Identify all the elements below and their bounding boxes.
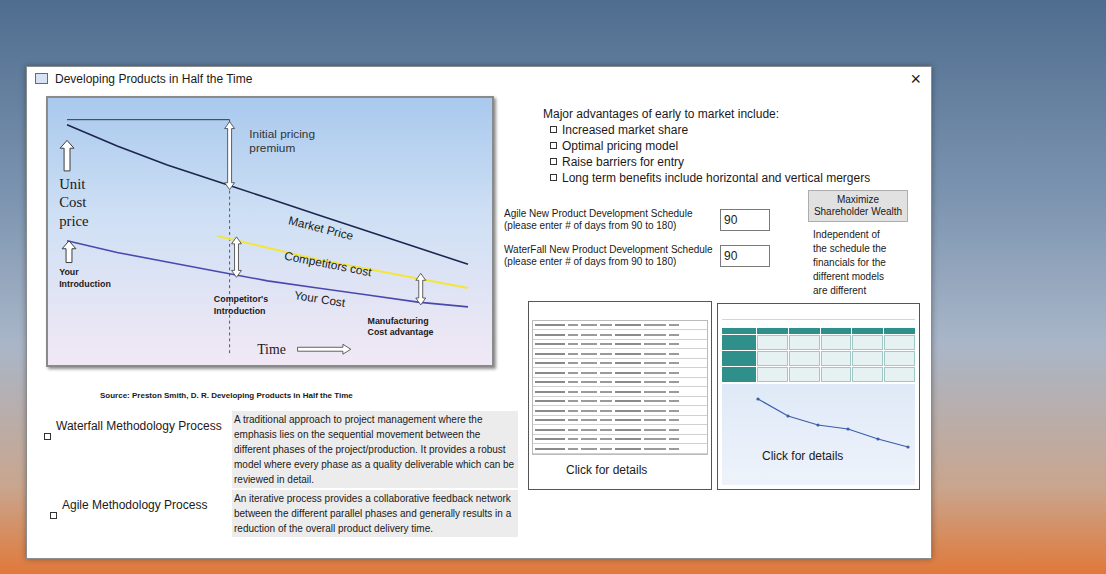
chart-thumbnail[interactable]: Click for details — [717, 303, 920, 490]
series-label: Market Price — [287, 213, 355, 243]
schedule-input[interactable] — [720, 245, 770, 267]
chart-point — [846, 427, 849, 430]
methodology-label[interactable]: Waterfall Methodology Process — [56, 419, 222, 434]
schedule-label: Agile New Product Development Schedule(p… — [504, 208, 718, 232]
advantage-item: Optimal pricing model — [543, 138, 931, 154]
advantage-item: Long term benefits include horizontal an… — [543, 170, 931, 186]
right-panel: Major advantages of early to market incl… — [522, 91, 931, 558]
advantage-checkbox[interactable] — [550, 174, 557, 181]
your-introduction-label: YourIntroduction — [59, 267, 111, 289]
advantage-checkbox[interactable] — [550, 158, 557, 165]
schedule-row: Agile New Product Development Schedule(p… — [504, 208, 770, 232]
methodology-row: Agile Methodology Process An iterative pr… — [42, 490, 522, 537]
schedule-row: WaterFall New Product Development Schedu… — [504, 244, 770, 268]
time-arrow-icon — [298, 344, 351, 354]
advantage-arrow-icon — [416, 273, 426, 305]
thumbnail-caption[interactable]: Click for details — [532, 463, 708, 478]
table-thumbnail[interactable]: Click for details — [528, 301, 712, 490]
pricing-premium-label: Initial pricingpremium — [249, 127, 315, 155]
price-diagram-drawing: Market Price Competitors cost Your Cost Ini… — [48, 98, 492, 365]
schedule-input[interactable] — [720, 209, 770, 231]
methodology-description: A traditional approach to project manage… — [232, 411, 518, 488]
methodology-description: An iterative process provides a collabor… — [232, 490, 518, 537]
app-window: Developing Products in Half the Time × Mar… — [26, 66, 932, 559]
methodology-checkbox[interactable] — [50, 512, 57, 519]
title-bar: Developing Products in Half the Time × — [27, 67, 931, 91]
schedule-label: WaterFall New Product Development Schedu… — [504, 244, 718, 268]
maximize-wealth-button[interactable]: Maximize Shareholder Wealth — [808, 190, 908, 222]
advantages: Major advantages of early to market incl… — [528, 106, 931, 186]
chart-point — [756, 397, 759, 400]
series-line — [67, 125, 468, 265]
price-diagram: Market Price Competitors cost Your Cost Ini… — [46, 96, 494, 367]
source-citation: Source: Preston Smith, D. R. Developing … — [42, 390, 522, 401]
intro-up-arrow-icon — [62, 241, 76, 263]
advantage-checkbox[interactable] — [550, 142, 557, 149]
advantage-item: Increased market share — [543, 122, 931, 138]
chart-point — [876, 437, 879, 440]
chart-point — [816, 423, 819, 426]
chart-point — [906, 445, 909, 448]
window-title: Developing Products in Half the Time — [55, 70, 252, 88]
series-line — [67, 241, 468, 307]
app-icon — [35, 73, 48, 84]
close-button[interactable]: × — [908, 70, 923, 88]
financials-note: Independent of the schedule the financia… — [808, 228, 896, 298]
series-label: Your Cost — [293, 288, 347, 310]
thumbnail-caption[interactable]: Click for details — [762, 449, 843, 464]
left-panel: Market Price Competitors cost Your Cost Ini… — [27, 91, 522, 558]
premium-arrow-icon — [225, 122, 235, 190]
axis-label: UnitCostprice — [59, 176, 89, 229]
premium-line — [67, 119, 230, 120]
advantages-title: Major advantages of early to market incl… — [543, 106, 931, 122]
time-label: Time — [257, 342, 286, 357]
series-label: Competitors cost — [283, 249, 373, 280]
table-preview — [532, 320, 708, 455]
series-line — [217, 236, 468, 288]
chart-point — [786, 414, 789, 417]
competitor-introduction-label: Competitor'sIntroduction — [214, 294, 268, 316]
competitor-gap-arrow-icon — [232, 237, 242, 277]
price-up-arrow-icon — [60, 140, 74, 171]
advantage-item: Raise barriers for entry — [543, 154, 931, 170]
deployment-grid — [722, 328, 915, 382]
methodology-row: Waterfall Methodology Process A tradition… — [42, 411, 522, 488]
methodology-checkbox[interactable] — [44, 433, 51, 440]
chart-series-line — [758, 399, 908, 447]
cost-advantage-label: ManufacturingCost advantage — [368, 316, 434, 338]
advantage-checkbox[interactable] — [550, 126, 557, 133]
methodology-label[interactable]: Agile Methodology Process — [62, 498, 207, 513]
desktop: Developing Products in Half the Time × Mar… — [0, 0, 1106, 574]
